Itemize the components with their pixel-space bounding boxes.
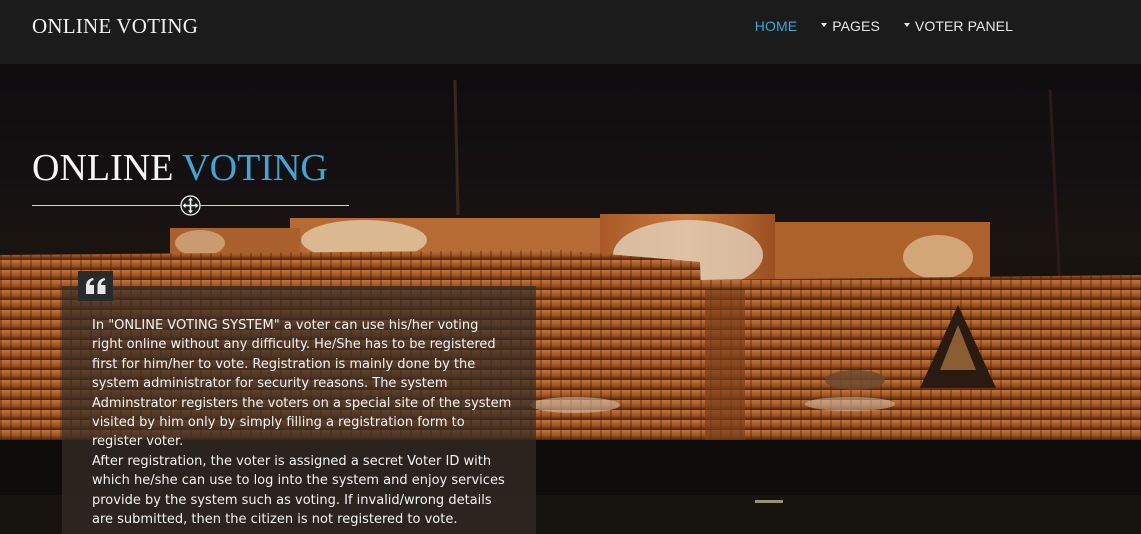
hero-title-part1: ONLINE [32, 147, 174, 189]
quote-paragraph-1: In "ONLINE VOTING SYSTEM" a voter can us… [92, 318, 512, 450]
nav-voter-panel-dropdown[interactable]: VOTER PANEL [903, 18, 1013, 34]
nav-pages-dropdown[interactable]: PAGES [821, 18, 880, 34]
quote-icon [78, 271, 113, 301]
move-cursor-icon [180, 195, 201, 216]
page: ONLINE VOTING HOME PAGES VOTER PANEL ONL… [0, 0, 1141, 534]
quote-glyph [85, 278, 105, 294]
nav-home-link[interactable]: HOME [755, 18, 797, 34]
brand-logo-link[interactable]: ONLINE VOTING [32, 14, 198, 39]
hero-title: ONLINE VOTING [32, 146, 328, 190]
navbar: ONLINE VOTING HOME PAGES VOTER PANEL [0, 0, 1141, 64]
main-nav: HOME PAGES VOTER PANEL [755, 18, 1013, 34]
nav-home-label: HOME [754, 18, 798, 34]
hero-title-accent: VOTING [182, 147, 328, 189]
nav-voter-panel-label: VOTER PANEL [914, 18, 1013, 34]
quote-paragraph-2: After registration, the voter is assigne… [92, 453, 505, 528]
caret-down-icon [821, 23, 828, 27]
nav-pages-label: PAGES [832, 18, 880, 34]
quote-text: In "ONLINE VOTING SYSTEM" a voter can us… [92, 316, 512, 529]
caret-down-icon [903, 23, 910, 27]
